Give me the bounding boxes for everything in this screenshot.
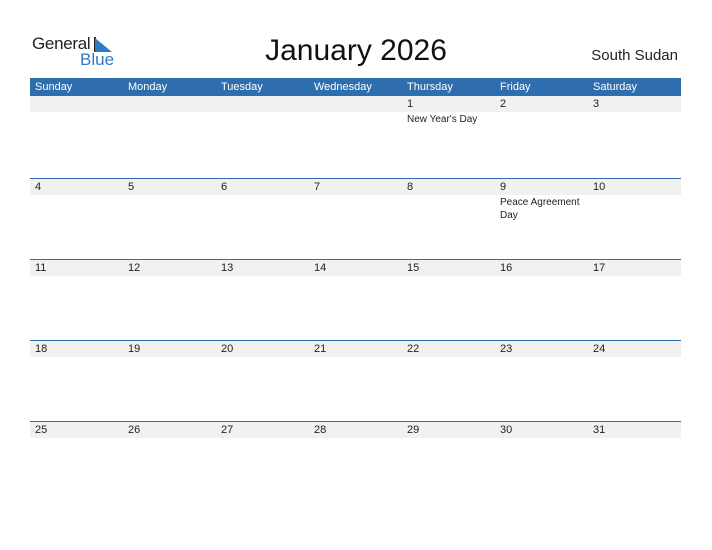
weekday-tuesday: Tuesday bbox=[221, 81, 263, 93]
day-number: 12 bbox=[128, 262, 141, 274]
day-cell[interactable]: 10 bbox=[588, 179, 681, 222]
week-row: 11 12 13 14 15 16 17 bbox=[30, 259, 681, 340]
day-number: 15 bbox=[407, 262, 420, 274]
day-number: 10 bbox=[593, 181, 606, 193]
day-cell[interactable]: 29 bbox=[402, 422, 495, 438]
day-number: 13 bbox=[221, 262, 234, 274]
day-number: 1 bbox=[407, 98, 414, 110]
day-number: 20 bbox=[221, 343, 234, 355]
calendar: Sunday Monday Tuesday Wednesday Thursday… bbox=[30, 78, 681, 502]
weekday-header: Sunday Monday Tuesday Wednesday Thursday… bbox=[30, 78, 681, 96]
holiday-label: Peace Agreement Day bbox=[500, 197, 580, 221]
weekday-sunday: Sunday bbox=[35, 81, 73, 93]
day-cell[interactable]: 9 Peace Agreement Day bbox=[495, 179, 588, 222]
day-number: 22 bbox=[407, 343, 420, 355]
country-label: South Sudan bbox=[591, 47, 678, 64]
day-cell[interactable] bbox=[309, 96, 402, 126]
day-cell[interactable]: 3 bbox=[588, 96, 681, 126]
day-number: 19 bbox=[128, 343, 141, 355]
day-cell[interactable]: 19 bbox=[123, 341, 216, 357]
day-cell[interactable]: 24 bbox=[588, 341, 681, 357]
day-number: 21 bbox=[314, 343, 327, 355]
day-number bbox=[128, 96, 216, 112]
weekday-wednesday: Wednesday bbox=[314, 81, 372, 93]
day-cell[interactable]: 26 bbox=[123, 422, 216, 438]
day-cell[interactable]: 22 bbox=[402, 341, 495, 357]
weekday-friday: Friday bbox=[500, 81, 531, 93]
day-number: 18 bbox=[35, 343, 48, 355]
day-number bbox=[221, 96, 309, 112]
day-cell[interactable]: 16 bbox=[495, 260, 588, 276]
day-number: 4 bbox=[35, 181, 42, 193]
day-cell[interactable]: 7 bbox=[309, 179, 402, 222]
day-cell[interactable]: 13 bbox=[216, 260, 309, 276]
day-cell[interactable]: 8 bbox=[402, 179, 495, 222]
day-cell[interactable] bbox=[216, 96, 309, 126]
day-cell[interactable]: 4 bbox=[30, 179, 123, 222]
day-cell[interactable]: 31 bbox=[588, 422, 681, 438]
day-cell[interactable]: 5 bbox=[123, 179, 216, 222]
day-number: 5 bbox=[128, 181, 135, 193]
weekday-monday: Monday bbox=[128, 81, 168, 93]
day-number: 2 bbox=[500, 98, 507, 110]
day-cell[interactable]: 15 bbox=[402, 260, 495, 276]
day-cell[interactable]: 14 bbox=[309, 260, 402, 276]
day-cell[interactable]: 21 bbox=[309, 341, 402, 357]
day-number: 8 bbox=[407, 181, 414, 193]
day-cell[interactable] bbox=[123, 96, 216, 126]
day-cell[interactable]: 1 New Year's Day bbox=[402, 96, 495, 126]
week-row: 1 New Year's Day 2 3 bbox=[30, 96, 681, 178]
day-number: 11 bbox=[35, 262, 47, 274]
day-number: 29 bbox=[407, 424, 420, 436]
week-row: 25 26 27 28 29 30 31 bbox=[30, 421, 681, 502]
day-cell[interactable]: 11 bbox=[30, 260, 123, 276]
day-cell[interactable]: 28 bbox=[309, 422, 402, 438]
day-number: 7 bbox=[314, 181, 321, 193]
day-number: 25 bbox=[35, 424, 48, 436]
day-number: 23 bbox=[500, 343, 513, 355]
day-cell[interactable]: 20 bbox=[216, 341, 309, 357]
day-cell[interactable]: 6 bbox=[216, 179, 309, 222]
day-cell[interactable]: 2 bbox=[495, 96, 588, 126]
day-cell[interactable]: 18 bbox=[30, 341, 123, 357]
day-cell[interactable]: 25 bbox=[30, 422, 123, 438]
day-cell[interactable]: 12 bbox=[123, 260, 216, 276]
day-number: 30 bbox=[500, 424, 513, 436]
day-number: 14 bbox=[314, 262, 327, 274]
day-number: 6 bbox=[221, 181, 228, 193]
day-cell[interactable]: 17 bbox=[588, 260, 681, 276]
day-cell[interactable]: 27 bbox=[216, 422, 309, 438]
day-cell[interactable] bbox=[30, 96, 123, 126]
day-number: 26 bbox=[128, 424, 141, 436]
day-number: 3 bbox=[593, 98, 600, 110]
day-number: 17 bbox=[593, 262, 606, 274]
day-number: 24 bbox=[593, 343, 606, 355]
day-number: 31 bbox=[593, 424, 606, 436]
weekday-saturday: Saturday bbox=[593, 81, 638, 93]
day-number: 28 bbox=[314, 424, 327, 436]
day-number: 27 bbox=[221, 424, 234, 436]
day-number bbox=[35, 96, 123, 112]
holiday-label: New Year's Day bbox=[407, 114, 478, 125]
week-row: 18 19 20 21 22 23 24 bbox=[30, 340, 681, 421]
day-number: 9 bbox=[500, 181, 507, 193]
day-cell[interactable]: 23 bbox=[495, 341, 588, 357]
weekday-thursday: Thursday bbox=[407, 81, 453, 93]
week-row: 4 5 6 7 8 9 Peace Agreement Day 10 bbox=[30, 178, 681, 259]
day-number bbox=[314, 96, 402, 112]
day-number: 16 bbox=[500, 262, 513, 274]
day-cell[interactable]: 30 bbox=[495, 422, 588, 438]
